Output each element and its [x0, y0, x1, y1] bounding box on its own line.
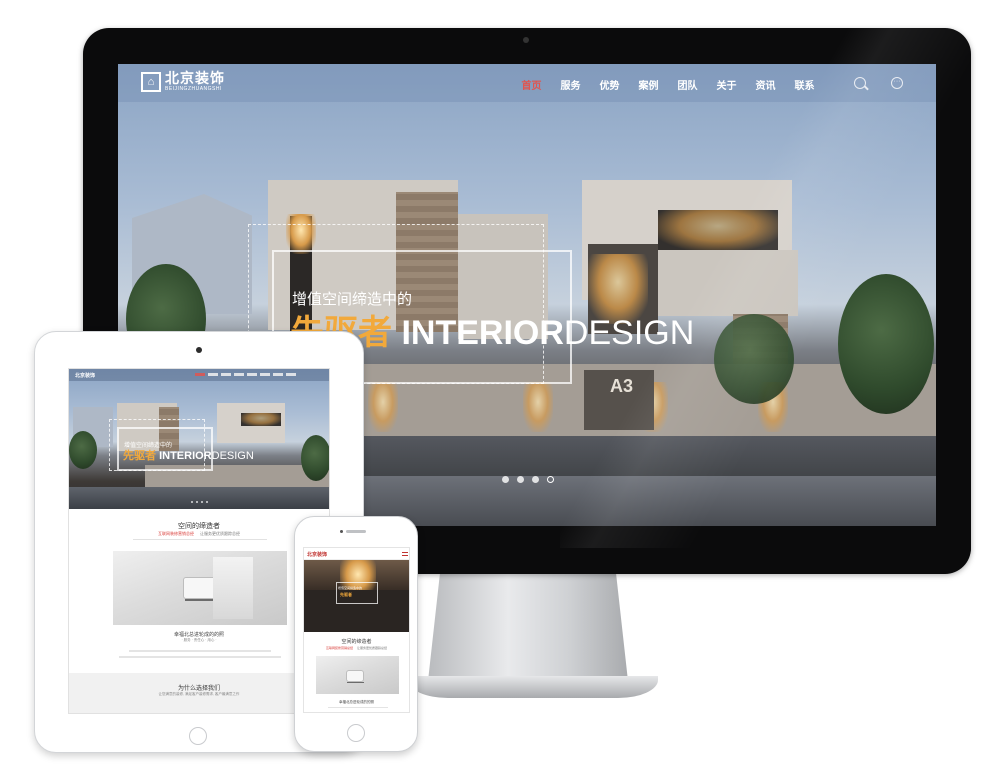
tablet-tag-red: 互联网装修营销总经: [158, 531, 194, 536]
slide-dot-active[interactable]: [547, 476, 554, 483]
hamburger-menu-icon[interactable]: [402, 552, 408, 556]
phone-text-line: [328, 707, 388, 708]
tablet-hero-title-en-bold: INTERIOR: [159, 450, 212, 462]
nav-item-news[interactable]: 资讯: [746, 77, 785, 92]
device-mockup-scene: A3 增值空间缔造中的 先驱者 INTERIORDESIGN: [0, 0, 1000, 782]
tablet-hero-title: 先驱者 INTERIORDESIGN: [123, 451, 254, 462]
tablet-interior-photo: [113, 551, 287, 625]
phone-speaker: [346, 530, 366, 533]
phone-camera-icon: [340, 530, 343, 533]
tablet-slider-dots: [191, 501, 208, 503]
phone-tag-grey: 让服务更优质跟踪总经: [357, 646, 388, 650]
tablet-frame-solid: [117, 427, 213, 471]
phone-logo[interactable]: 北京装饰: [307, 551, 327, 558]
slide-dot[interactable]: [201, 501, 203, 503]
tablet-nav-item[interactable]: [286, 373, 296, 376]
main-menu: 首页 服务 优势 案例 团队 关于 资讯 联系: [512, 77, 824, 92]
slider-dots: [502, 476, 554, 483]
slide-dot[interactable]: [196, 501, 198, 503]
nav-item-contact[interactable]: 联系: [785, 77, 824, 92]
tablet-nav-item[interactable]: [221, 373, 231, 376]
tablet-text-line: [129, 650, 271, 652]
tablet-section-title: 空间的缔造者: [178, 523, 220, 530]
tablet-home-button: [189, 727, 207, 745]
phone-screen: 增值空间缔造中的 先驱者 北京装饰 空间的缔造者 互联网装修营销总经 让服务更优…: [303, 547, 410, 713]
tablet-section-tags: 互联网装修营销总经 让服务更优质跟踪总经: [69, 531, 329, 537]
phone-hero-subtitle: 增值空间缔造中的: [338, 586, 363, 590]
tablet-hero: 增值空间缔造中的 先驱者 INTERIORDESIGN: [69, 369, 329, 509]
site-logo[interactable]: ⌂ 北京装饰 BEIJINGZHUANGSHI: [141, 71, 225, 92]
phone-section-tags: 互联网装修营销总经 让服务更优质跟踪总经: [304, 646, 409, 650]
tablet-nav-item[interactable]: [208, 373, 218, 376]
tablet-tag-grey: 让服务更优质跟踪总经: [200, 531, 240, 536]
tablet-text-line: [119, 656, 281, 658]
tablet-photo-caption: 幸福北总进轮成的的照: [173, 632, 224, 638]
nav-item-cases[interactable]: 案例: [629, 77, 668, 92]
tablet-menu: [195, 373, 299, 376]
logo-title: 北京装饰: [165, 70, 225, 86]
hero-title-en-bold: INTERIOR: [401, 314, 564, 352]
hero-subtitle: 增值空间缔造中的: [292, 291, 413, 308]
phone-topbar: 北京装饰: [304, 548, 409, 560]
tablet-nav-item[interactable]: [247, 373, 257, 376]
tablet-screen: 增值空间缔造中的 先驱者 INTERIORDESIGN 北京装饰 空间的缔造者 …: [68, 368, 330, 714]
slide-dot[interactable]: [206, 501, 208, 503]
tablet-why-subtitle: 让您满意的装修, 满足客户装修需求, 客户最满意之作: [158, 692, 240, 696]
tablet-nav-item[interactable]: [260, 373, 270, 376]
logo-subtitle: BEIJINGZHUANGSHI: [165, 86, 222, 92]
nav-item-team[interactable]: 团队: [668, 77, 707, 92]
imac-stand-foot: [408, 676, 658, 698]
nav-item-advantages[interactable]: 优势: [590, 77, 629, 92]
nav-item-about[interactable]: 关于: [707, 77, 746, 92]
phone-hero: 增值空间缔造中的 先驱者: [304, 560, 409, 632]
slide-dot[interactable]: [532, 476, 539, 483]
nav-item-home[interactable]: 首页: [512, 77, 551, 92]
tablet-nav-item[interactable]: [273, 373, 283, 376]
tablet-photo-caption-sub: · 服务 · 责任心 · 用心 ·: [181, 638, 217, 642]
phone-hero-title: 先驱者: [340, 593, 352, 597]
tablet-hero-subtitle: 增值空间缔造中的: [124, 443, 173, 449]
search-icon[interactable]: [854, 77, 866, 89]
phone-home-button: [347, 724, 365, 742]
hero-title-en-light: DESIGN: [563, 314, 695, 352]
tablet-nav-item[interactable]: [234, 373, 244, 376]
nav-item-services[interactable]: 服务: [551, 77, 590, 92]
logo-mark-icon: ⌂: [141, 71, 161, 92]
phone-tag-red: 互联网装修营销总经: [325, 646, 353, 650]
slide-dot[interactable]: [191, 501, 193, 503]
tablet-why-title: 为什么选择我们: [177, 686, 220, 692]
slide-dot[interactable]: [517, 476, 524, 483]
tablet-nav-item[interactable]: [195, 373, 205, 376]
tablet-hero-title-en-light: DESIGN: [211, 450, 254, 462]
phone-hero-title-cn: 先驱者: [340, 592, 352, 597]
phone-section-title: 空间的缔造者: [341, 639, 372, 645]
imac-stand-neck: [428, 573, 628, 681]
tablet-navbar: 北京装饰: [69, 369, 329, 381]
more-icon[interactable]: ···: [891, 77, 903, 89]
tablet-divider: [133, 539, 267, 540]
slide-dot[interactable]: [502, 476, 509, 483]
tablet-camera-icon: [196, 347, 202, 353]
imac-camera-icon: [523, 37, 529, 43]
house-number-sign: A3: [610, 376, 634, 396]
tablet-logo[interactable]: 北京装饰: [75, 372, 95, 379]
tablet-hero-title-cn: 先驱者: [123, 450, 156, 462]
phone-photo-caption: 幸福北总进轮成的的照: [339, 700, 374, 704]
phone-interior-photo: [316, 656, 399, 694]
site-navbar: ⌂ 北京装饰 BEIJINGZHUANGSHI 首页 服务 优势 案例 团队 关…: [118, 64, 936, 102]
